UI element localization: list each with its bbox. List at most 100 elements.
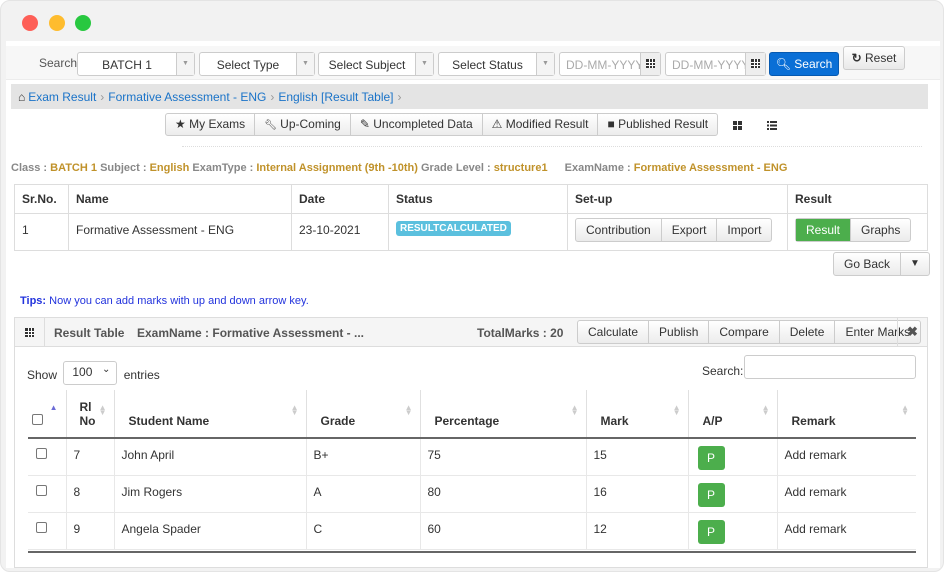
maximize-window-button[interactable] <box>75 15 91 31</box>
attendance-toggle-button[interactable]: P <box>697 482 725 507</box>
mark-cell: 12 <box>585 512 688 550</box>
star-icon: ★ <box>175 117 186 131</box>
breadcrumb-item[interactable]: English [Result Table] <box>278 90 393 104</box>
reset-button[interactable]: ↻ Reset <box>843 46 905 70</box>
mark-cell: 16 <box>585 475 688 513</box>
grade-level-value: structure1 <box>493 162 548 174</box>
to-date-input[interactable]: DD-MM-YYYY <box>665 52 766 76</box>
search-label: Search <box>39 56 78 70</box>
column-header-rl-no[interactable]: Rl No ▲ ▼ <box>65 390 114 439</box>
rl-no-cell: 9 <box>65 512 114 550</box>
panel-header: Result Table ExamName : Formative Assess… <box>15 318 927 347</box>
column-header-student-name[interactable]: Student Name ▲ ▼ <box>113 390 306 439</box>
column-header-remark[interactable]: Remark ▲ ▼ <box>776 390 916 439</box>
entries-select[interactable]: 100 ⌄ <box>63 361 118 385</box>
close-window-button[interactable] <box>22 15 38 31</box>
type-select-value: Select Type <box>216 58 280 72</box>
type-select[interactable]: Select Type ▼ <box>199 52 315 76</box>
delete-button[interactable]: Delete <box>780 321 836 343</box>
minimize-window-button[interactable] <box>49 15 65 31</box>
column-header-mark[interactable]: Mark ▲ ▼ <box>585 390 688 439</box>
sort-icon: ▲ ▼ <box>290 403 299 417</box>
remark-input[interactable]: Add remark <box>776 438 916 476</box>
calendar-button[interactable] <box>640 53 660 75</box>
graphs-button[interactable]: Graphs <box>851 219 910 241</box>
remark-input[interactable]: Add remark <box>776 475 916 513</box>
breadcrumb: ⌂ Exam Result › Formative Assessment - ENG ›… <box>11 84 928 109</box>
chevron-right-icon: › <box>270 90 275 104</box>
column-header: Status <box>388 184 568 214</box>
row-checkbox[interactable] <box>36 448 47 459</box>
table-row: 9 Angela Spader C 60 12 P Add remark <box>28 512 916 550</box>
subject-value: English <box>149 162 190 174</box>
export-button[interactable]: Export <box>662 219 718 241</box>
from-date-placeholder: DD-MM-YYYY <box>566 58 644 72</box>
attendance-toggle-button[interactable]: P <box>697 446 725 470</box>
tab-label: Modified Result <box>505 117 589 131</box>
go-back-button[interactable]: Go Back <box>834 253 900 275</box>
grade-cell: A <box>305 475 420 513</box>
tips-label: Tips: <box>20 295 47 307</box>
row-checkbox[interactable] <box>36 521 47 533</box>
tab-my-exams[interactable]: ★ My Exams <box>166 114 256 135</box>
table-row: 8 Jim Rogers A 80 16 P Add remark <box>28 475 916 513</box>
import-button[interactable]: Import <box>717 219 771 241</box>
column-header-label: Student Name <box>128 414 210 428</box>
tab-label: My Exams <box>189 117 246 131</box>
home-icon[interactable]: ⌂ <box>18 90 25 104</box>
select-all-checkbox[interactable] <box>32 414 43 425</box>
percentage-cell: 75 <box>419 438 586 476</box>
search-icon: 🔍︎ <box>775 57 791 71</box>
folder-icon: ■ <box>607 117 615 131</box>
show-label: Show <box>27 368 58 382</box>
contribution-button[interactable]: Contribution <box>576 219 662 241</box>
column-header-ap[interactable]: A/P ▲ ▼ <box>687 390 777 439</box>
tab-up-coming[interactable]: 🔧︎ Up-Coming <box>255 114 351 135</box>
calendar-button[interactable] <box>745 53 765 75</box>
panel-grid-icon-container <box>15 318 45 346</box>
calculate-button[interactable]: Calculate <box>578 321 650 343</box>
sr-no-cell: 1 <box>14 213 69 251</box>
class-label: Class : <box>11 162 48 174</box>
list-view-icon[interactable] <box>767 121 777 130</box>
panel-title: Result Table <box>54 326 125 340</box>
status-select-value: Select Status <box>452 58 523 72</box>
remark-input[interactable]: Add remark <box>776 512 916 550</box>
column-header-percentage[interactable]: Percentage ▲ ▼ <box>419 390 586 439</box>
table-header-row: ▲ Rl No ▲ ▼ Student Name ▲ ▼ Grade ▲ ▼ Percent… <box>28 390 916 439</box>
close-icon[interactable]: ✖ <box>897 318 927 346</box>
warning-icon: ⚠ <box>491 117 503 131</box>
grade-cell: B+ <box>305 438 420 476</box>
tab-modified-result[interactable]: ⚠ Modified Result <box>483 114 599 135</box>
row-checkbox[interactable] <box>36 484 47 496</box>
status-select[interactable]: Select Status ▼ <box>438 52 555 76</box>
publish-button[interactable]: Publish <box>649 321 710 343</box>
chevron-down-icon[interactable]: ▼ <box>900 253 929 275</box>
table-row: 7 John April B+ 75 15 P Add remark <box>28 438 916 476</box>
page-content: Search BATCH 1 ▼ Select Type ▼ Select Su… <box>6 41 940 568</box>
compare-button[interactable]: Compare <box>709 321 780 343</box>
tab-published-result[interactable]: ■ Published Result <box>598 114 717 135</box>
from-date-input[interactable]: DD-MM-YYYY <box>559 52 661 76</box>
attendance-toggle-button[interactable]: P <box>697 519 725 544</box>
refresh-icon: ↻ <box>851 51 862 65</box>
date-cell: 23-10-2021 <box>291 213 389 251</box>
result-button[interactable]: Result <box>796 219 852 241</box>
batch-select[interactable]: BATCH 1 ▼ <box>77 52 195 76</box>
table-search-input[interactable] <box>744 355 916 379</box>
tab-uncompleted-data[interactable]: ✎ Uncompleted Data <box>351 114 483 135</box>
student-name-cell: Angela Spader <box>113 512 306 550</box>
column-header-grade[interactable]: Grade ▲ ▼ <box>305 390 420 439</box>
grade-level-label: Grade Level : <box>421 162 491 174</box>
breadcrumb-item[interactable]: Exam Result <box>28 90 96 104</box>
breadcrumb-item[interactable]: Formative Assessment - ENG <box>108 90 266 104</box>
tab-label: Uncompleted Data <box>373 117 473 131</box>
table-header-row: Sr.No. Name Date Status Set-up Result <box>14 184 928 214</box>
search-button[interactable]: 🔍︎ Search <box>769 52 839 76</box>
to-date-placeholder: DD-MM-YYYY <box>672 58 750 72</box>
grid-view-icon[interactable] <box>733 121 743 130</box>
subject-select[interactable]: Select Subject ▼ <box>318 52 434 76</box>
sort-asc-icon[interactable]: ▲ <box>50 404 58 412</box>
entries-value: 100 <box>72 365 93 379</box>
examtype-value: Internal Assignment (9th -10th) <box>256 162 418 174</box>
